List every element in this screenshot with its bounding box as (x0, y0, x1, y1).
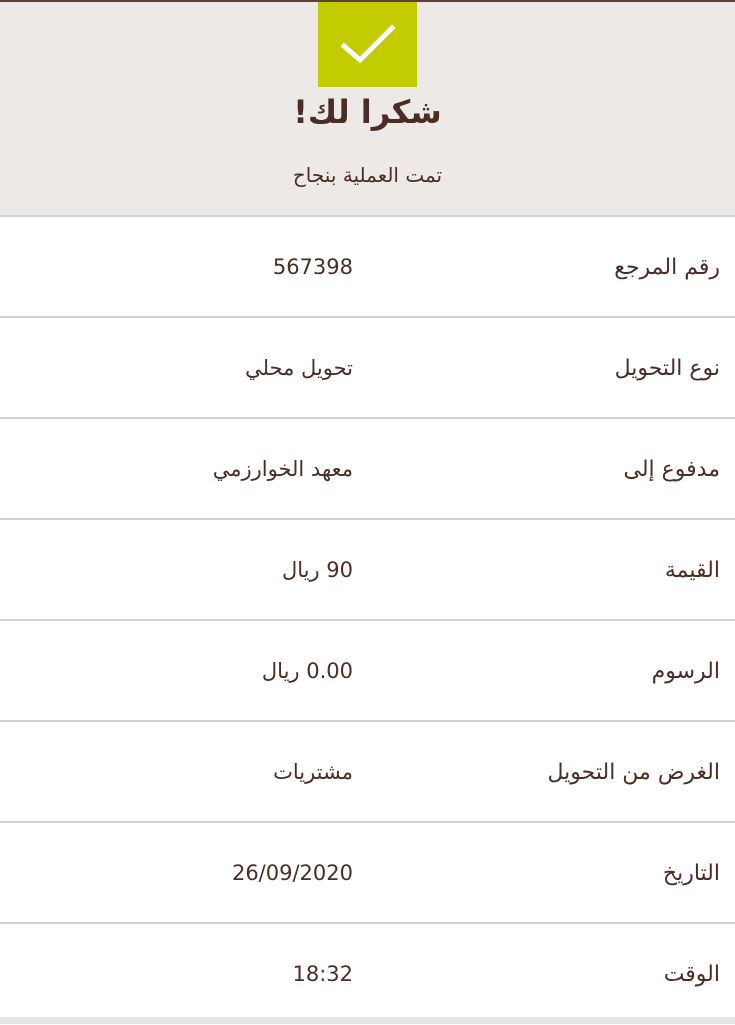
detail-label: التاريخ (662, 861, 720, 886)
detail-row-amount: القيمة 90 ريال (0, 520, 735, 621)
detail-row-fees: الرسوم 0.00 ريال (0, 621, 735, 722)
detail-label: مدفوع إلى (623, 457, 721, 482)
detail-row-purpose: الغرض من التحويل مشتريات (0, 722, 735, 823)
details-list: رقم المرجع 567398 نوع التحويل تحويل محلي… (0, 217, 735, 1023)
detail-label: نوع التحويل (614, 356, 720, 381)
detail-value: 18:32 (292, 961, 353, 986)
detail-label: الغرض من التحويل (547, 760, 721, 785)
detail-value: 0.00 ريال (261, 658, 353, 683)
detail-row-time: الوقت 18:32 (0, 924, 735, 1023)
footer-strip (0, 1017, 735, 1024)
page-subtitle: تمت العملية بنجاح (292, 163, 443, 187)
detail-value: معهد الخوارزمي (212, 456, 353, 481)
page-title: شكرا لك! (293, 93, 442, 131)
detail-value: 567398 (272, 254, 353, 279)
success-badge (318, 2, 417, 87)
detail-row-reference: رقم المرجع 567398 (0, 217, 735, 318)
detail-label: الوقت (663, 962, 720, 987)
detail-value: مشتريات (273, 759, 353, 784)
detail-value: 90 ريال (281, 557, 353, 582)
detail-label: القيمة (664, 558, 720, 583)
detail-row-transfer-type: نوع التحويل تحويل محلي (0, 318, 735, 419)
confirmation-header: شكرا لك! تمت العملية بنجاح (0, 2, 735, 215)
detail-row-paid-to: مدفوع إلى معهد الخوارزمي (0, 419, 735, 520)
detail-value: تحويل محلي (245, 355, 353, 380)
detail-label: رقم المرجع (614, 255, 720, 280)
detail-row-date: التاريخ 26/09/2020 (0, 823, 735, 924)
detail-value: 26/09/2020 (231, 860, 353, 885)
checkmark-icon (339, 23, 396, 63)
detail-label: الرسوم (651, 659, 720, 684)
